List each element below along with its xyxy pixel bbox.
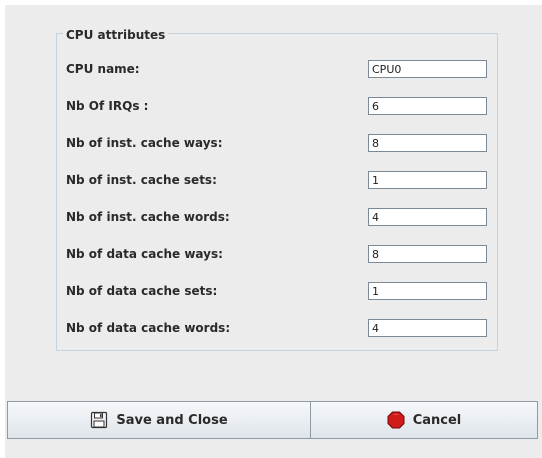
group-title: CPU attributes	[63, 28, 169, 42]
save-and-close-label: Save and Close	[116, 412, 228, 428]
floppy-disk-icon	[90, 411, 108, 429]
nb-irqs-label: Nb Of IRQs :	[66, 99, 149, 113]
inst-cache-sets-label: Nb of inst. cache sets:	[66, 173, 217, 187]
data-cache-ways-label: Nb of data cache ways:	[66, 247, 223, 261]
save-and-close-button[interactable]: Save and Close	[7, 401, 311, 439]
data-cache-words-label: Nb of data cache words:	[66, 321, 231, 335]
inst-cache-sets-input[interactable]	[368, 171, 487, 189]
cpu-name-label: CPU name:	[66, 62, 140, 76]
red-stop-icon	[387, 411, 405, 429]
inst-cache-words-input[interactable]	[368, 208, 487, 226]
cpu-attributes-group	[56, 33, 498, 351]
cpu-name-input[interactable]	[368, 60, 487, 78]
inst-cache-ways-input[interactable]	[368, 134, 487, 152]
inst-cache-ways-label: Nb of inst. cache ways:	[66, 136, 223, 150]
nb-irqs-input[interactable]	[368, 97, 487, 115]
data-cache-words-input[interactable]	[368, 319, 487, 337]
inst-cache-words-label: Nb of inst. cache words:	[66, 210, 230, 224]
data-cache-ways-input[interactable]	[368, 245, 487, 263]
cancel-button[interactable]: Cancel	[310, 401, 538, 439]
data-cache-sets-label: Nb of data cache sets:	[66, 284, 218, 298]
cancel-label: Cancel	[412, 412, 462, 428]
data-cache-sets-input[interactable]	[368, 282, 487, 300]
